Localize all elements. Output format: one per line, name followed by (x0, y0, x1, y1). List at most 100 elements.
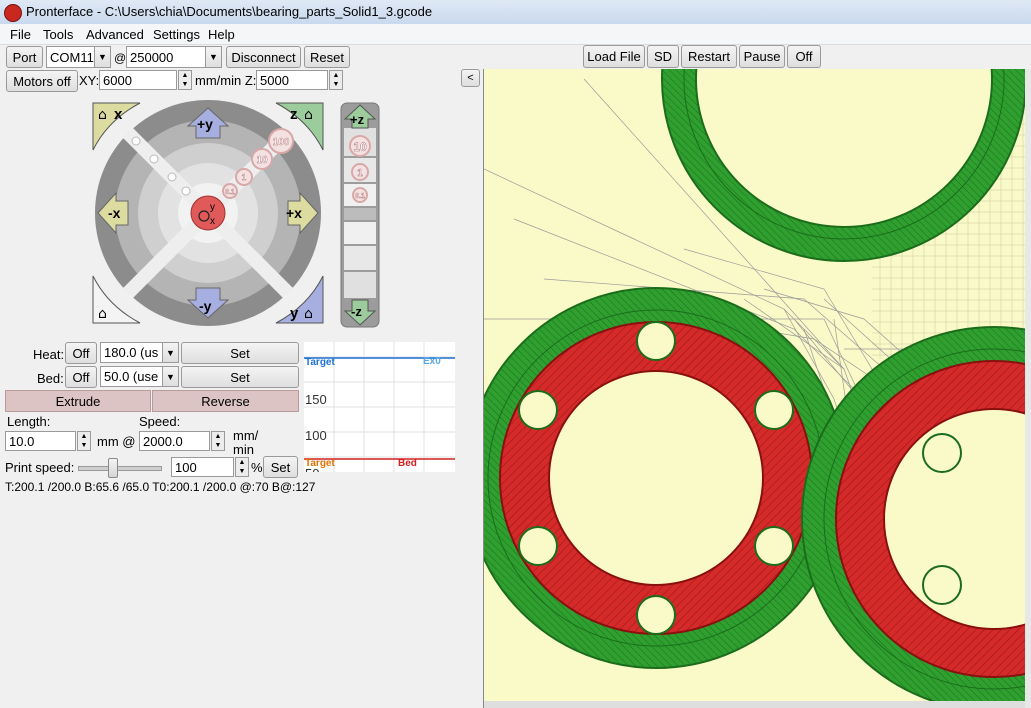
bed-off-button[interactable]: Off (65, 366, 97, 388)
sd-button[interactable]: SD (647, 45, 679, 68)
z-step-down-1[interactable] (344, 246, 376, 270)
bed-temp-select[interactable]: 50.0 (use ▼ (100, 366, 179, 387)
diagonal-bead (131, 136, 141, 146)
center-x-label: x (210, 216, 215, 227)
restart-button[interactable]: Restart (681, 45, 737, 68)
print-speed-spinner[interactable]: ▲ ▼ (235, 457, 249, 477)
speed-input[interactable]: 2000.0 (139, 431, 210, 451)
home-z-label: z (290, 106, 298, 123)
chevron-down-icon: ▼ (162, 367, 178, 386)
step-100-label: 100 (273, 137, 290, 148)
tick-150: 150 (305, 392, 327, 407)
spin-down-icon: ▼ (214, 442, 222, 449)
legend-bed: Bed (398, 458, 417, 469)
print-speed-slider-thumb[interactable] (107, 458, 118, 478)
z-step-down-0-1[interactable] (344, 222, 376, 244)
menu-settings[interactable]: Settings (153, 27, 200, 42)
step-1-label: 1 (242, 173, 247, 182)
print-speed-slider[interactable] (78, 466, 162, 471)
diagonal-bead (181, 186, 191, 196)
spin-down-icon: ▼ (238, 468, 246, 475)
menu-advanced[interactable]: Advanced (86, 27, 144, 42)
plus-x-label: +x (286, 205, 302, 221)
speed-spinner[interactable]: ▲ ▼ (211, 431, 225, 451)
tick-100: 100 (305, 428, 327, 443)
off-button[interactable]: Off (787, 45, 821, 68)
chevron-down-icon: ▼ (205, 47, 221, 67)
menu-help[interactable]: Help (208, 27, 235, 42)
port-value: COM11 (50, 49, 94, 65)
heat-off-button[interactable]: Off (65, 342, 97, 364)
home-icon: ⌂ (98, 306, 107, 322)
port-button[interactable]: Port (6, 46, 43, 68)
collapse-panel-button[interactable]: < (461, 69, 480, 87)
print-speed-input[interactable]: 100 (171, 457, 234, 477)
app-icon (4, 4, 22, 22)
xy-z-unit-label: mm/min Z: (195, 73, 257, 88)
length-label: Length: (7, 414, 51, 429)
mm-at-label: mm @ (97, 434, 136, 449)
port-select[interactable]: COM11 ▼ (46, 46, 111, 68)
xy-label: XY: (79, 73, 100, 88)
heat-temp-select[interactable]: 180.0 (us ▼ (100, 342, 179, 363)
xy-speed-spinner[interactable]: ▲ ▼ (178, 70, 192, 90)
heat-set-button[interactable]: Set (181, 342, 299, 364)
legend-target-bottom: Target (305, 458, 335, 469)
minus-x-label: -x (108, 205, 121, 221)
bed-label: Bed: (37, 371, 64, 386)
pause-button[interactable]: Pause (739, 45, 785, 68)
xy-jog-control[interactable]: ⌂ x z ⌂ ⌂ y ⌂ +y -y -x +x 100 10 1 0.1 y… (90, 100, 330, 328)
gcode-viewer[interactable] (483, 69, 1026, 708)
menu-file[interactable]: File (10, 27, 31, 42)
status-text: T:200.1 /200.0 B:65.6 /65.0 T0:200.1 /20… (5, 480, 316, 494)
z-speed-input[interactable]: 5000 (256, 70, 328, 90)
viewer-hscroll[interactable] (484, 701, 1026, 708)
temperature-graph: 150 100 50 Target Ex0 Target Bed (304, 342, 455, 472)
part-bore-main (548, 370, 764, 586)
bed-temp-value: 50.0 (use (104, 369, 159, 384)
minus-y-label: -y (199, 298, 212, 314)
spin-down-icon: ▼ (332, 81, 340, 88)
print-speed-label: Print speed: (5, 460, 75, 475)
speed-unit-top: mm/ (233, 428, 259, 443)
reset-button[interactable]: Reset (304, 46, 350, 68)
z-step-0-1-label: 0.1 (355, 193, 365, 200)
plus-z-label: +z (350, 112, 365, 127)
z-jog-control[interactable]: +z -z 10 1 0.1 (340, 102, 380, 328)
xy-speed-input[interactable]: 6000 (99, 70, 177, 90)
spin-up-icon: ▲ (238, 459, 246, 466)
spin-up-icon: ▲ (214, 433, 222, 440)
spin-up-icon: ▲ (80, 433, 88, 440)
percent-label: % (251, 460, 263, 475)
spin-up-icon: ▲ (332, 72, 340, 79)
z-step-separator (344, 208, 376, 220)
z-step-10-label: 10 (353, 140, 367, 154)
reverse-button[interactable]: Reverse (152, 390, 299, 412)
length-input[interactable]: 10.0 (5, 431, 76, 451)
length-spinner[interactable]: ▲ ▼ (77, 431, 91, 451)
viewer-vscroll[interactable] (1025, 69, 1031, 708)
step-0-1-label: 0.1 (225, 189, 235, 196)
disconnect-button[interactable]: Disconnect (226, 46, 301, 68)
gcode-preview[interactable] (484, 69, 1026, 708)
motors-off-button[interactable]: Motors off (6, 70, 78, 92)
at-label: @ (114, 51, 127, 65)
load-file-button[interactable]: Load File (583, 45, 645, 68)
extrude-button[interactable]: Extrude (5, 390, 151, 412)
z-step-down-10[interactable] (344, 272, 376, 298)
legend-target-top: Target (305, 357, 335, 368)
bed-set-button[interactable]: Set (181, 366, 299, 388)
diagonal-bead (167, 172, 177, 182)
baud-select[interactable]: 250000 ▼ (126, 46, 222, 68)
print-speed-set-button[interactable]: Set (263, 456, 298, 478)
menu-tools[interactable]: Tools (43, 27, 73, 42)
speed-unit-bottom: min (233, 442, 254, 457)
spin-up-icon: ▲ (181, 72, 189, 79)
z-speed-spinner[interactable]: ▲ ▼ (329, 70, 343, 90)
diagonal-bead (149, 154, 159, 164)
title-bar: Pronterface - C:\Users\chia\Documents\be… (0, 0, 1031, 25)
heat-label: Heat: (33, 347, 65, 362)
minus-z-label: -z (351, 304, 362, 319)
plus-y-label: +y (197, 116, 213, 132)
home-icon: ⌂ (304, 107, 313, 123)
